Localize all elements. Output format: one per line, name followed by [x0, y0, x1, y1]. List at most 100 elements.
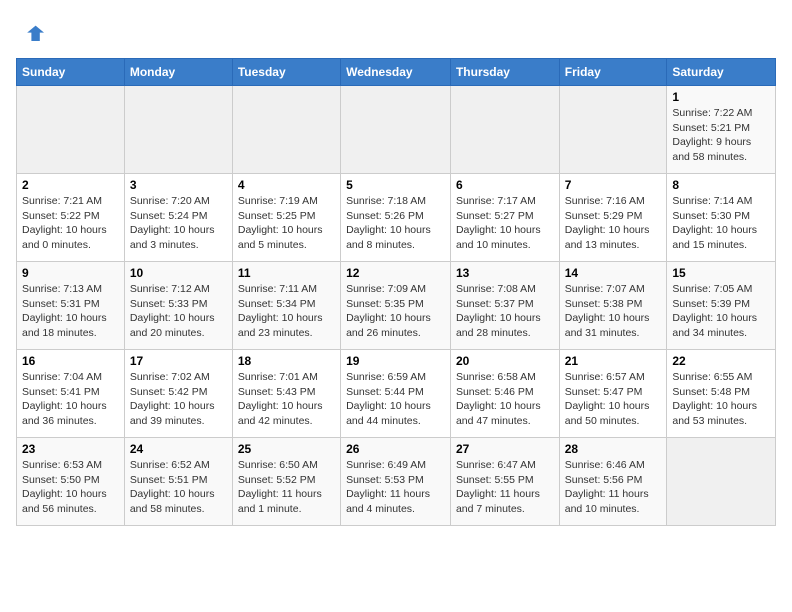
calendar-table: SundayMondayTuesdayWednesdayThursdayFrid… [16, 58, 776, 526]
calendar-cell: 6 Sunrise: 7:17 AM Sunset: 5:27 PM Daylig… [450, 174, 559, 262]
calendar-cell: 7 Sunrise: 7:16 AM Sunset: 5:29 PM Daylig… [559, 174, 667, 262]
day-info: Sunrise: 7:01 AM Sunset: 5:43 PM Dayligh… [238, 370, 335, 429]
page-header [16, 16, 776, 48]
day-number: 2 [22, 178, 119, 192]
day-info: Sunrise: 7:21 AM Sunset: 5:22 PM Dayligh… [22, 194, 119, 253]
day-info: Sunrise: 7:12 AM Sunset: 5:33 PM Dayligh… [130, 282, 227, 341]
calendar-cell: 15 Sunrise: 7:05 AM Sunset: 5:39 PM Dayli… [667, 262, 776, 350]
day-number: 13 [456, 266, 554, 280]
day-number: 22 [672, 354, 770, 368]
calendar-cell: 26 Sunrise: 6:49 AM Sunset: 5:53 PM Dayli… [341, 438, 451, 526]
day-number: 5 [346, 178, 445, 192]
calendar-cell: 22 Sunrise: 6:55 AM Sunset: 5:48 PM Dayli… [667, 350, 776, 438]
calendar-cell: 1Sunrise: 7:22 AM Sunset: 5:21 PM Daylig… [667, 86, 776, 174]
day-number: 4 [238, 178, 335, 192]
calendar-cell: 3 Sunrise: 7:20 AM Sunset: 5:24 PM Daylig… [124, 174, 232, 262]
calendar-cell: 9 Sunrise: 7:13 AM Sunset: 5:31 PM Daylig… [17, 262, 125, 350]
calendar-cell [124, 86, 232, 174]
calendar-cell: 16 Sunrise: 7:04 AM Sunset: 5:41 PM Dayli… [17, 350, 125, 438]
day-info: Sunrise: 6:53 AM Sunset: 5:50 PM Dayligh… [22, 458, 119, 517]
day-number: 28 [565, 442, 662, 456]
calendar-cell: 13 Sunrise: 7:08 AM Sunset: 5:37 PM Dayli… [450, 262, 559, 350]
day-info: Sunrise: 6:49 AM Sunset: 5:53 PM Dayligh… [346, 458, 445, 517]
day-info: Sunrise: 6:50 AM Sunset: 5:52 PM Dayligh… [238, 458, 335, 517]
calendar-cell [667, 438, 776, 526]
calendar-body: 1Sunrise: 7:22 AM Sunset: 5:21 PM Daylig… [17, 86, 776, 526]
day-info: Sunrise: 7:11 AM Sunset: 5:34 PM Dayligh… [238, 282, 335, 341]
column-header-sunday: Sunday [17, 59, 125, 86]
calendar-cell [341, 86, 451, 174]
day-info: Sunrise: 7:08 AM Sunset: 5:37 PM Dayligh… [456, 282, 554, 341]
day-info: Sunrise: 6:52 AM Sunset: 5:51 PM Dayligh… [130, 458, 227, 517]
day-number: 19 [346, 354, 445, 368]
day-number: 10 [130, 266, 227, 280]
day-number: 12 [346, 266, 445, 280]
calendar-week-3: 9 Sunrise: 7:13 AM Sunset: 5:31 PM Daylig… [17, 262, 776, 350]
day-info: Sunrise: 7:20 AM Sunset: 5:24 PM Dayligh… [130, 194, 227, 253]
day-info: Sunrise: 6:58 AM Sunset: 5:46 PM Dayligh… [456, 370, 554, 429]
calendar-cell: 20 Sunrise: 6:58 AM Sunset: 5:46 PM Dayli… [450, 350, 559, 438]
day-number: 23 [22, 442, 119, 456]
day-info: Sunrise: 7:05 AM Sunset: 5:39 PM Dayligh… [672, 282, 770, 341]
column-header-monday: Monday [124, 59, 232, 86]
calendar-cell: 24 Sunrise: 6:52 AM Sunset: 5:51 PM Dayli… [124, 438, 232, 526]
day-number: 16 [22, 354, 119, 368]
column-header-wednesday: Wednesday [341, 59, 451, 86]
calendar-cell: 19 Sunrise: 6:59 AM Sunset: 5:44 PM Dayli… [341, 350, 451, 438]
calendar-cell: 18 Sunrise: 7:01 AM Sunset: 5:43 PM Dayli… [232, 350, 340, 438]
calendar-cell: 14Sunrise: 7:07 AM Sunset: 5:38 PM Dayli… [559, 262, 667, 350]
day-info: Sunrise: 7:19 AM Sunset: 5:25 PM Dayligh… [238, 194, 335, 253]
day-info: Sunrise: 7:17 AM Sunset: 5:27 PM Dayligh… [456, 194, 554, 253]
calendar-week-5: 23 Sunrise: 6:53 AM Sunset: 5:50 PM Dayli… [17, 438, 776, 526]
day-number: 9 [22, 266, 119, 280]
calendar-cell: 8 Sunrise: 7:14 AM Sunset: 5:30 PM Daylig… [667, 174, 776, 262]
column-header-tuesday: Tuesday [232, 59, 340, 86]
day-number: 7 [565, 178, 662, 192]
calendar-cell: 28 Sunrise: 6:46 AM Sunset: 5:56 PM Dayli… [559, 438, 667, 526]
day-info: Sunrise: 7:13 AM Sunset: 5:31 PM Dayligh… [22, 282, 119, 341]
calendar-cell: 4 Sunrise: 7:19 AM Sunset: 5:25 PM Daylig… [232, 174, 340, 262]
day-info: Sunrise: 7:04 AM Sunset: 5:41 PM Dayligh… [22, 370, 119, 429]
day-number: 20 [456, 354, 554, 368]
calendar-week-1: 1Sunrise: 7:22 AM Sunset: 5:21 PM Daylig… [17, 86, 776, 174]
calendar-week-2: 2 Sunrise: 7:21 AM Sunset: 5:22 PM Daylig… [17, 174, 776, 262]
day-info: Sunrise: 6:46 AM Sunset: 5:56 PM Dayligh… [565, 458, 662, 517]
day-number: 3 [130, 178, 227, 192]
day-info: Sunrise: 6:59 AM Sunset: 5:44 PM Dayligh… [346, 370, 445, 429]
day-number: 18 [238, 354, 335, 368]
day-info: Sunrise: 7:16 AM Sunset: 5:29 PM Dayligh… [565, 194, 662, 253]
day-number: 25 [238, 442, 335, 456]
calendar-cell: 11Sunrise: 7:11 AM Sunset: 5:34 PM Dayli… [232, 262, 340, 350]
day-number: 1 [672, 90, 770, 104]
day-number: 21 [565, 354, 662, 368]
day-number: 6 [456, 178, 554, 192]
calendar-cell: 23 Sunrise: 6:53 AM Sunset: 5:50 PM Dayli… [17, 438, 125, 526]
calendar-cell: 17 Sunrise: 7:02 AM Sunset: 5:42 PM Dayli… [124, 350, 232, 438]
column-header-saturday: Saturday [667, 59, 776, 86]
day-number: 15 [672, 266, 770, 280]
calendar-cell [559, 86, 667, 174]
day-number: 14 [565, 266, 662, 280]
day-number: 8 [672, 178, 770, 192]
day-info: Sunrise: 6:55 AM Sunset: 5:48 PM Dayligh… [672, 370, 770, 429]
calendar-cell: 5 Sunrise: 7:18 AM Sunset: 5:26 PM Daylig… [341, 174, 451, 262]
calendar-week-4: 16 Sunrise: 7:04 AM Sunset: 5:41 PM Dayli… [17, 350, 776, 438]
column-header-thursday: Thursday [450, 59, 559, 86]
calendar-cell: 27 Sunrise: 6:47 AM Sunset: 5:55 PM Dayli… [450, 438, 559, 526]
day-info: Sunrise: 7:14 AM Sunset: 5:30 PM Dayligh… [672, 194, 770, 253]
day-info: Sunrise: 7:18 AM Sunset: 5:26 PM Dayligh… [346, 194, 445, 253]
day-info: Sunrise: 7:02 AM Sunset: 5:42 PM Dayligh… [130, 370, 227, 429]
generalblue-icon [16, 20, 44, 48]
day-number: 27 [456, 442, 554, 456]
day-info: Sunrise: 6:47 AM Sunset: 5:55 PM Dayligh… [456, 458, 554, 517]
day-number: 17 [130, 354, 227, 368]
day-number: 26 [346, 442, 445, 456]
calendar-cell: 10 Sunrise: 7:12 AM Sunset: 5:33 PM Dayli… [124, 262, 232, 350]
calendar-cell [17, 86, 125, 174]
calendar-cell: 2 Sunrise: 7:21 AM Sunset: 5:22 PM Daylig… [17, 174, 125, 262]
column-header-friday: Friday [559, 59, 667, 86]
calendar-cell: 12 Sunrise: 7:09 AM Sunset: 5:35 PM Dayli… [341, 262, 451, 350]
calendar-cell [450, 86, 559, 174]
day-info: Sunrise: 7:09 AM Sunset: 5:35 PM Dayligh… [346, 282, 445, 341]
day-number: 24 [130, 442, 227, 456]
